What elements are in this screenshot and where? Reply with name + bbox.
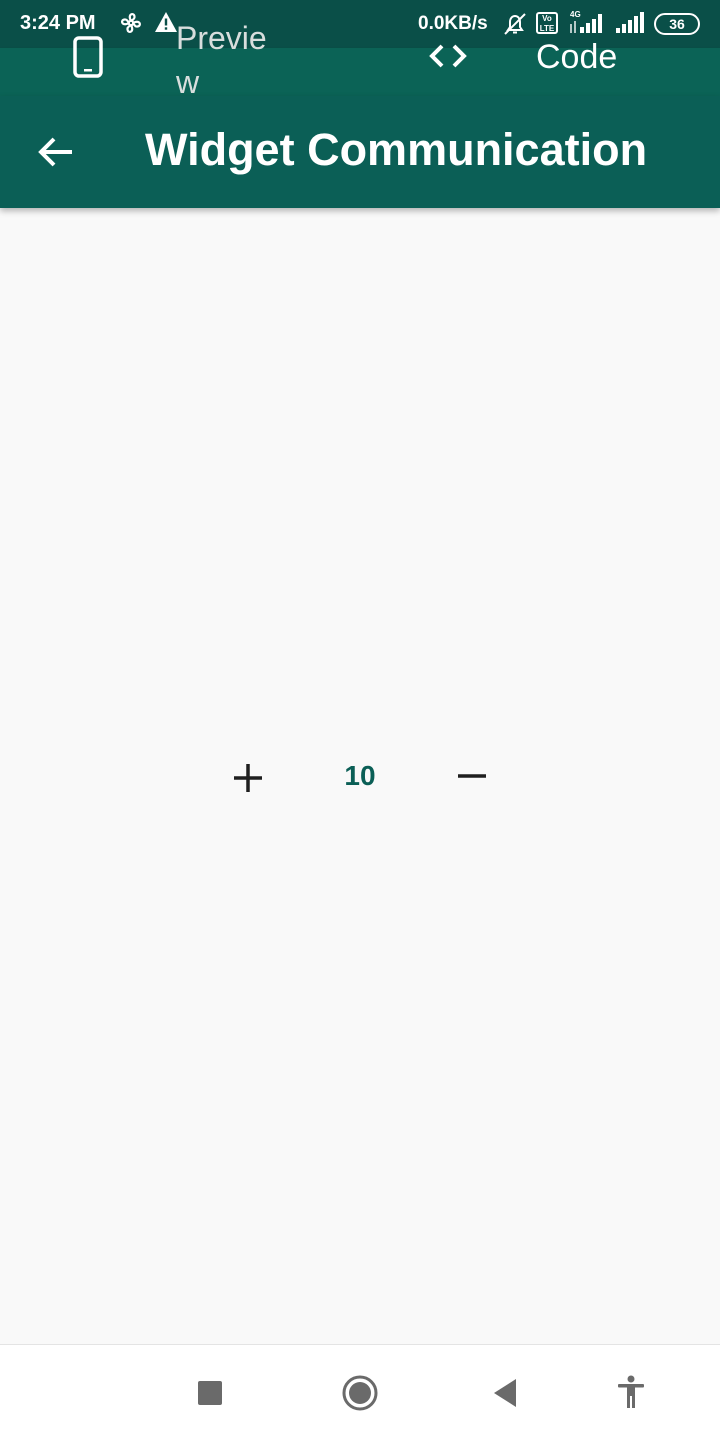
signal-icon: 4G bbox=[570, 10, 602, 33]
app-bar: Widget Communication bbox=[0, 96, 720, 208]
battery-icon: 36 bbox=[654, 13, 700, 35]
network-speed: 0.0KB/s bbox=[418, 13, 488, 34]
warning-icon bbox=[155, 12, 177, 32]
volte-icon: Vo LTE bbox=[536, 12, 558, 34]
phone-icon[interactable] bbox=[72, 36, 104, 78]
status-time: 3:24 PM bbox=[20, 12, 96, 34]
minus-icon[interactable] bbox=[448, 754, 496, 802]
tab-preview[interactable]: Preview bbox=[176, 16, 280, 104]
home-icon[interactable] bbox=[341, 1374, 379, 1412]
system-nav-bar bbox=[0, 1344, 720, 1440]
counter-value: 10 bbox=[344, 760, 376, 791]
back-arrow-icon[interactable] bbox=[34, 130, 78, 174]
plus-icon[interactable] bbox=[224, 754, 272, 802]
recents-icon[interactable] bbox=[198, 1381, 222, 1405]
tab-code[interactable]: Code bbox=[536, 38, 617, 77]
page-title: Widget Communication bbox=[145, 124, 648, 175]
back-icon[interactable] bbox=[492, 1377, 520, 1409]
accessibility-icon[interactable] bbox=[616, 1375, 646, 1409]
code-icon[interactable] bbox=[426, 40, 470, 72]
network-type-label: 4G bbox=[570, 10, 581, 19]
signal-icon bbox=[616, 12, 644, 33]
counter: 10 bbox=[0, 748, 720, 808]
bell-off-icon bbox=[504, 13, 526, 35]
fan-icon bbox=[121, 13, 141, 33]
